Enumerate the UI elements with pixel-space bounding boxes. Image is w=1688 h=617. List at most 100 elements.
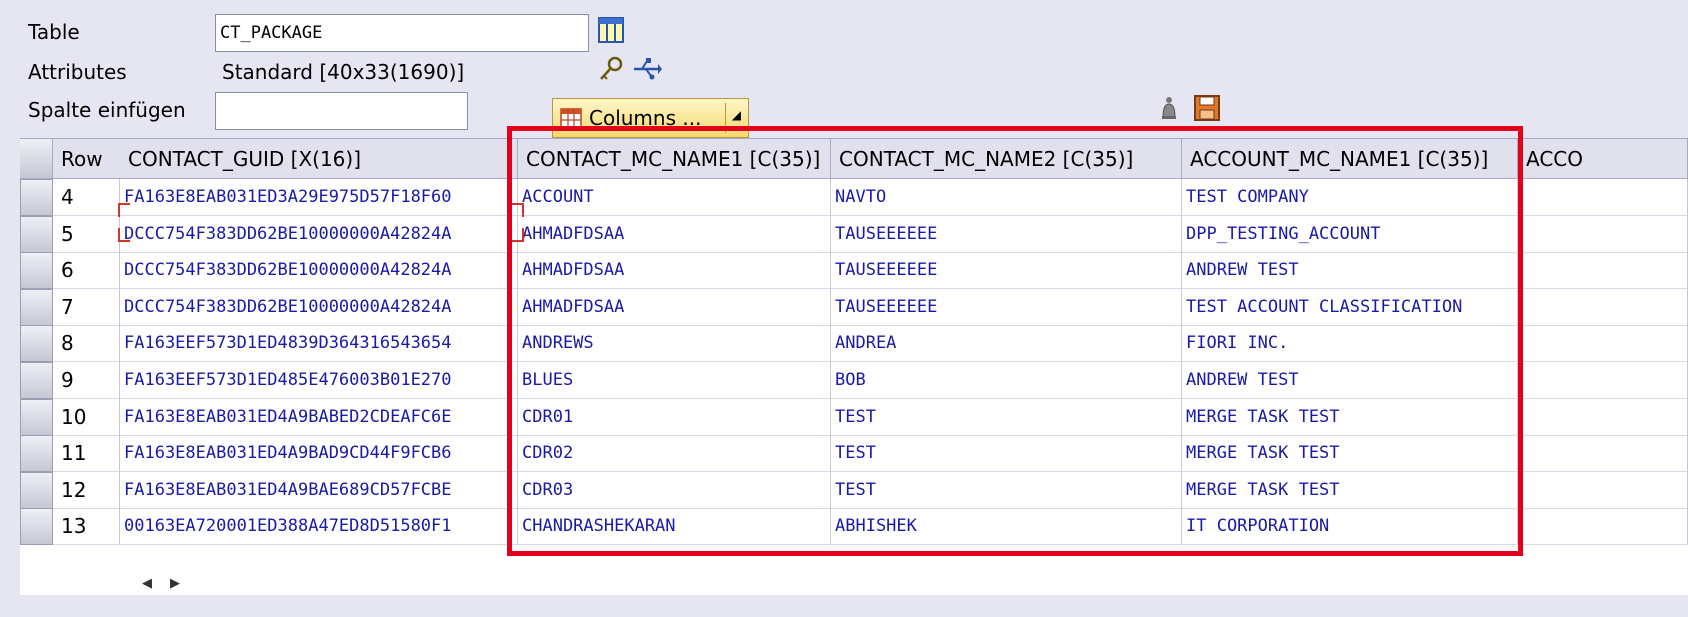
cell-account-mc-name1[interactable]: ANDREW TEST <box>1182 252 1518 290</box>
cell-contact-mc-name2[interactable]: TEST <box>831 398 1182 436</box>
cell-acco[interactable] <box>1518 508 1688 546</box>
cell-contact-mc-name2[interactable]: NAVTO <box>831 179 1182 216</box>
row-number: 8 <box>53 325 120 363</box>
cell-contact-mc-name2[interactable]: TEST <box>831 435 1182 473</box>
cell-acco[interactable] <box>1518 215 1688 253</box>
column-header-contact-mc-name2[interactable]: CONTACT_MC_NAME2 [C(35)] <box>831 139 1182 179</box>
cell-account-mc-name1[interactable]: MERGE TASK TEST <box>1182 471 1518 509</box>
cell-contact-guid[interactable]: FA163E8EAB031ED4A9BAD9CD44F9FCB6 <box>120 435 518 473</box>
row-selector[interactable] <box>20 288 53 326</box>
cell-account-mc-name1[interactable]: TEST COMPANY <box>1182 179 1518 216</box>
cell-focus-corner <box>512 228 524 242</box>
cell-contact-mc-name2[interactable]: ABHISHEK <box>831 508 1182 546</box>
columns-button-label: Columns ... <box>589 106 702 130</box>
cell-contact-mc-name1[interactable]: AHMADFDSAA <box>518 215 831 253</box>
column-header-selector[interactable] <box>20 139 53 179</box>
cell-acco[interactable] <box>1518 435 1688 473</box>
cell-contact-mc-name1[interactable]: ANDREWS <box>518 325 831 363</box>
cell-contact-guid[interactable]: FA163E8EAB031ED4A9BAE689CD57FCBE <box>120 471 518 509</box>
row-selector[interactable] <box>20 325 53 363</box>
insert-column-label: Spalte einfügen <box>28 98 186 122</box>
cell-contact-guid[interactable]: DCCC754F383DD62BE10000000A42824A <box>120 215 518 253</box>
save-icon[interactable] <box>1193 94 1221 122</box>
column-header-contact-guid[interactable]: CONTACT_GUID [X(16)] <box>120 139 518 179</box>
row-number: 11 <box>53 435 120 473</box>
cell-contact-guid[interactable]: 00163EA720001ED388A47ED8D51580F1 <box>120 508 518 546</box>
column-header-account-mc-name1[interactable]: ACCOUNT_MC_NAME1 [C(35)] <box>1182 139 1518 179</box>
attributes-label: Attributes <box>28 60 127 84</box>
row-number: 5 <box>53 215 120 253</box>
row-selector[interactable] <box>20 179 53 216</box>
row-number: 7 <box>53 288 120 326</box>
cell-contact-mc-name1[interactable]: ACCOUNT <box>518 179 831 216</box>
cell-contact-mc-name1[interactable]: CHANDRASHEKARAN <box>518 508 831 546</box>
cell-contact-guid[interactable]: FA163E8EAB031ED3A29E975D57F18F60 <box>120 179 518 216</box>
cell-contact-mc-name1[interactable]: CDR03 <box>518 471 831 509</box>
table-layout-icon[interactable] <box>597 16 625 44</box>
usb-icon[interactable] <box>632 56 662 82</box>
attributes-value: Standard [40x33(1690)] <box>222 60 465 84</box>
row-selector[interactable] <box>20 508 53 546</box>
columns-button[interactable]: Columns ... ◢ <box>552 98 749 138</box>
key-icon[interactable] <box>596 54 626 84</box>
row-selector[interactable] <box>20 435 53 473</box>
column-header-acco[interactable]: ACCO <box>1518 139 1688 179</box>
cell-contact-guid[interactable]: DCCC754F383DD62BE10000000A42824A <box>120 288 518 326</box>
cell-account-mc-name1[interactable]: MERGE TASK TEST <box>1182 398 1518 436</box>
row-number: 6 <box>53 252 120 290</box>
bell-icon[interactable] <box>1158 94 1180 122</box>
row-selector[interactable] <box>20 252 53 290</box>
cell-contact-mc-name2[interactable]: TEST <box>831 471 1182 509</box>
grid-icon <box>559 107 583 129</box>
scroll-right-icon[interactable]: ▶ <box>170 576 180 591</box>
cell-contact-mc-name2[interactable]: ANDREA <box>831 325 1182 363</box>
row-selector[interactable] <box>20 471 53 509</box>
cell-account-mc-name1[interactable]: ANDREW TEST <box>1182 362 1518 399</box>
cell-account-mc-name1[interactable]: IT CORPORATION <box>1182 508 1518 546</box>
cell-contact-mc-name1[interactable]: CDR02 <box>518 435 831 473</box>
cell-contact-mc-name2[interactable]: TAUSEEEEEE <box>831 215 1182 253</box>
column-header-contact-mc-name1[interactable]: CONTACT_MC_NAME1 [C(35)] <box>518 139 831 179</box>
cell-contact-guid[interactable]: FA163EEF573D1ED4839D364316543654 <box>120 325 518 363</box>
cell-focus-corner <box>118 203 130 217</box>
cell-contact-mc-name1[interactable]: BLUES <box>518 362 831 399</box>
chevron-down-icon[interactable]: ◢ <box>732 108 741 122</box>
cell-account-mc-name1[interactable]: FIORI INC. <box>1182 325 1518 363</box>
cell-contact-mc-name1[interactable]: CDR01 <box>518 398 831 436</box>
cell-contact-mc-name2[interactable]: BOB <box>831 362 1182 399</box>
row-number: 4 <box>53 179 120 216</box>
row-number: 12 <box>53 471 120 509</box>
cell-acco[interactable] <box>1518 325 1688 363</box>
columns-button-divider <box>725 103 726 133</box>
scroll-left-icon[interactable]: ◀ <box>142 576 152 591</box>
cell-account-mc-name1[interactable]: DPP_TESTING_ACCOUNT <box>1182 215 1518 253</box>
cell-account-mc-name1[interactable]: TEST ACCOUNT CLASSIFICATION <box>1182 288 1518 326</box>
cell-contact-mc-name2[interactable]: TAUSEEEEEE <box>831 252 1182 290</box>
horizontal-scroll-buttons[interactable]: ◀ ▶ <box>132 572 202 594</box>
row-number: 9 <box>53 362 120 399</box>
cell-focus-corner <box>512 203 524 217</box>
cell-contact-guid[interactable]: FA163EEF573D1ED485E476003B01E270 <box>120 362 518 399</box>
cell-contact-guid[interactable]: FA163E8EAB031ED4A9BABED2CDEAFC6E <box>120 398 518 436</box>
cell-contact-mc-name2[interactable]: TAUSEEEEEE <box>831 288 1182 326</box>
data-table: Row CONTACT_GUID [X(16)] CONTACT_MC_NAME… <box>20 138 1688 595</box>
row-number: 10 <box>53 398 120 436</box>
cell-acco[interactable] <box>1518 398 1688 436</box>
row-selector[interactable] <box>20 398 53 436</box>
table-name-field[interactable]: CT_PACKAGE <box>215 14 589 52</box>
table-label: Table <box>28 20 80 44</box>
cell-acco[interactable] <box>1518 362 1688 399</box>
cell-acco[interactable] <box>1518 471 1688 509</box>
cell-acco[interactable] <box>1518 288 1688 326</box>
insert-column-field[interactable] <box>215 92 468 130</box>
cell-contact-mc-name1[interactable]: AHMADFDSAA <box>518 288 831 326</box>
row-number: 13 <box>53 508 120 546</box>
cell-acco[interactable] <box>1518 252 1688 290</box>
cell-contact-mc-name1[interactable]: AHMADFDSAA <box>518 252 831 290</box>
row-selector[interactable] <box>20 215 53 253</box>
cell-acco[interactable] <box>1518 179 1688 216</box>
cell-contact-guid[interactable]: DCCC754F383DD62BE10000000A42824A <box>120 252 518 290</box>
row-selector[interactable] <box>20 362 53 399</box>
cell-focus-corner <box>118 228 130 242</box>
cell-account-mc-name1[interactable]: MERGE TASK TEST <box>1182 435 1518 473</box>
